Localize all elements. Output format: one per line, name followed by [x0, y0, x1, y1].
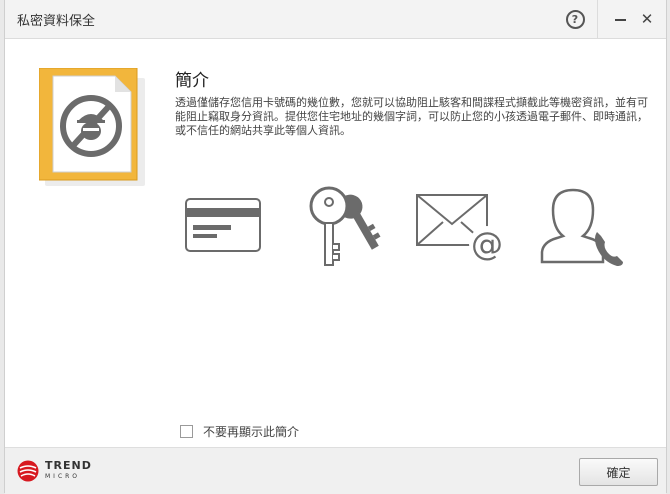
- contact-phone-icon: [537, 186, 627, 270]
- titlebar-separator: [597, 0, 598, 38]
- trend-micro-logo-icon: [17, 460, 39, 482]
- checkbox-box[interactable]: [180, 425, 193, 438]
- minimize-button[interactable]: [608, 0, 632, 38]
- key-icon: [305, 184, 387, 270]
- ok-button[interactable]: 確定: [579, 458, 658, 486]
- logo-line-trend: TREND: [45, 459, 92, 472]
- dont-show-again-checkbox[interactable]: 不要再顯示此簡介: [180, 423, 299, 440]
- intro-description: 透過僅儲存您信用卡號碼的幾位數，您就可以協助阻止駭客和間諜程式擷截此等機密資訊，…: [175, 96, 648, 137]
- email-icon: @: [415, 192, 507, 264]
- page-title: 簡介: [175, 71, 209, 91]
- minimize-icon: [614, 19, 626, 21]
- dialog-window: 私密資料保全 ? ✕ 簡介 透過僅儲存您信用卡號碼的幾位數，您就可以協助阻止駭客…: [4, 0, 667, 494]
- help-button[interactable]: ?: [560, 0, 590, 38]
- checkbox-label: 不要再顯示此簡介: [203, 425, 300, 439]
- window-title: 私密資料保全: [17, 14, 96, 29]
- svg-text:@: @: [471, 225, 503, 263]
- close-button[interactable]: ✕: [635, 0, 659, 38]
- title-bar: 私密資料保全 ? ✕: [5, 0, 666, 39]
- footer-bar: TREND MICRO 確定: [5, 447, 666, 494]
- trend-micro-logo: TREND MICRO: [17, 460, 92, 482]
- credit-card-icon: [185, 198, 261, 254]
- help-icon: ?: [565, 9, 585, 29]
- logo-line-micro: MICRO: [45, 473, 81, 480]
- privacy-document-icon: [38, 67, 149, 186]
